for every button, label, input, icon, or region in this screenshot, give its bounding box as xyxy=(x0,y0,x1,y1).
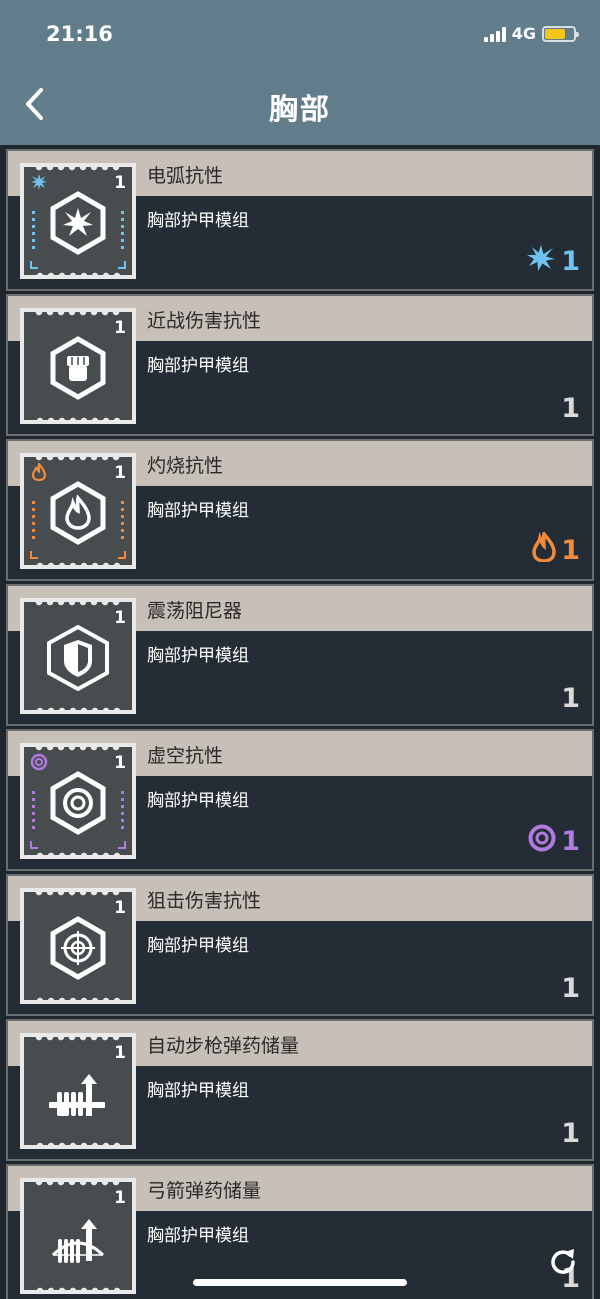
mod-level: 1 xyxy=(114,898,126,918)
arc-element-icon xyxy=(30,173,48,191)
mod-subtitle: 胸部护甲模组 xyxy=(147,501,249,521)
mod-thumbnail: 1 xyxy=(20,453,136,569)
energy-cost: 1 xyxy=(561,393,580,424)
auto-rifle-ammo-icon xyxy=(49,1074,105,1117)
solar-element-icon xyxy=(30,461,48,482)
mod-subtitle: 胸部护甲模组 xyxy=(147,791,249,811)
mod-level: 1 xyxy=(114,753,126,773)
energy-cost-value: 1 xyxy=(561,393,580,424)
mod-subtitle: 胸部护甲模组 xyxy=(147,1081,249,1101)
bow-ammo-icon xyxy=(51,1219,105,1264)
network-label: 4G xyxy=(511,24,536,43)
mod-name: 狙击伤害抗性 xyxy=(147,890,262,912)
mod-card[interactable]: 1 自动步枪弹药储量 胸部护甲模组 1 xyxy=(6,1019,594,1161)
arc-burst-icon xyxy=(50,191,106,256)
mod-card[interactable]: 1 震荡阻尼器 胸部护甲模组 1 xyxy=(6,584,594,726)
mod-thumbnail: 1 xyxy=(20,1033,136,1149)
flame-icon xyxy=(50,481,106,546)
app-header: 21:16 4G 胸部 xyxy=(0,0,600,145)
mod-thumbnail: 1 xyxy=(20,163,136,279)
mod-thumbnail: 1 xyxy=(20,598,136,714)
energy-cost-value: 1 xyxy=(561,1118,580,1149)
mod-subtitle: 胸部护甲模组 xyxy=(147,1226,249,1246)
energy-cost: 1 xyxy=(528,824,580,859)
mod-level: 1 xyxy=(114,173,126,193)
void-element-icon xyxy=(30,753,48,771)
mod-card[interactable]: 1 狙击伤害抗性 胸部护甲模组 1 xyxy=(6,874,594,1016)
mod-thumbnail: 1 xyxy=(20,743,136,859)
page-title: 胸部 xyxy=(268,92,331,126)
mod-list: 1 电弧抗性 胸部护甲模组 1 1 近战伤害抗性 胸部护甲模组 1 1 灼烧抗性… xyxy=(6,149,594,1299)
fist-icon xyxy=(50,336,106,401)
mod-subtitle: 胸部护甲模组 xyxy=(147,211,249,231)
mod-card[interactable]: 1 电弧抗性 胸部护甲模组 1 xyxy=(6,149,594,291)
mod-name: 弓箭弹药储量 xyxy=(147,1180,262,1202)
mod-card[interactable]: 1 灼烧抗性 胸部护甲模组 1 xyxy=(6,439,594,581)
refresh-button[interactable] xyxy=(548,1246,578,1276)
crosshair-icon xyxy=(50,916,106,981)
home-indicator[interactable] xyxy=(193,1279,407,1286)
battery-icon xyxy=(542,25,579,42)
energy-cost-value: 1 xyxy=(561,246,580,277)
mod-subtitle: 胸部护甲模组 xyxy=(147,936,249,956)
energy-cost-value: 1 xyxy=(561,683,580,714)
energy-cost: 1 xyxy=(526,244,580,279)
mod-name: 震荡阻尼器 xyxy=(147,600,243,622)
mod-name: 电弧抗性 xyxy=(147,165,224,187)
energy-cost: 1 xyxy=(561,683,580,714)
arc-cost-icon xyxy=(526,244,556,279)
mod-thumbnail: 1 xyxy=(20,888,136,1004)
shield-icon xyxy=(47,625,109,692)
mod-subtitle: 胸部护甲模组 xyxy=(147,356,249,376)
solar-cost-icon xyxy=(532,530,556,569)
mod-name: 虚空抗性 xyxy=(147,745,224,767)
mod-level: 1 xyxy=(114,608,126,628)
void-cost-icon xyxy=(528,824,556,859)
mod-name: 灼烧抗性 xyxy=(147,455,224,477)
signal-icon xyxy=(483,26,506,42)
mod-level: 1 xyxy=(114,1043,126,1063)
status-time: 21:16 xyxy=(46,22,113,46)
mod-card[interactable]: 1 虚空抗性 胸部护甲模组 1 xyxy=(6,729,594,871)
energy-cost-value: 1 xyxy=(561,973,580,1004)
status-indicators: 4G xyxy=(483,24,579,43)
energy-cost: 1 xyxy=(561,1118,580,1149)
energy-cost: 1 xyxy=(532,530,580,569)
mod-level: 1 xyxy=(114,318,126,338)
mod-thumbnail: 1 xyxy=(20,308,136,424)
mod-card[interactable]: 1 近战伤害抗性 胸部护甲模组 1 xyxy=(6,294,594,436)
mod-name: 自动步枪弹药储量 xyxy=(147,1035,300,1057)
mod-name: 近战伤害抗性 xyxy=(147,310,262,332)
mod-thumbnail: 1 xyxy=(20,1178,136,1294)
energy-cost-value: 1 xyxy=(561,826,580,857)
mod-level: 1 xyxy=(114,1188,126,1208)
energy-cost: 1 xyxy=(561,973,580,1004)
void-orb-icon xyxy=(50,771,106,836)
energy-cost-value: 1 xyxy=(561,535,580,566)
mod-subtitle: 胸部护甲模组 xyxy=(147,646,249,666)
mod-level: 1 xyxy=(114,463,126,483)
refresh-icon xyxy=(551,1249,575,1274)
